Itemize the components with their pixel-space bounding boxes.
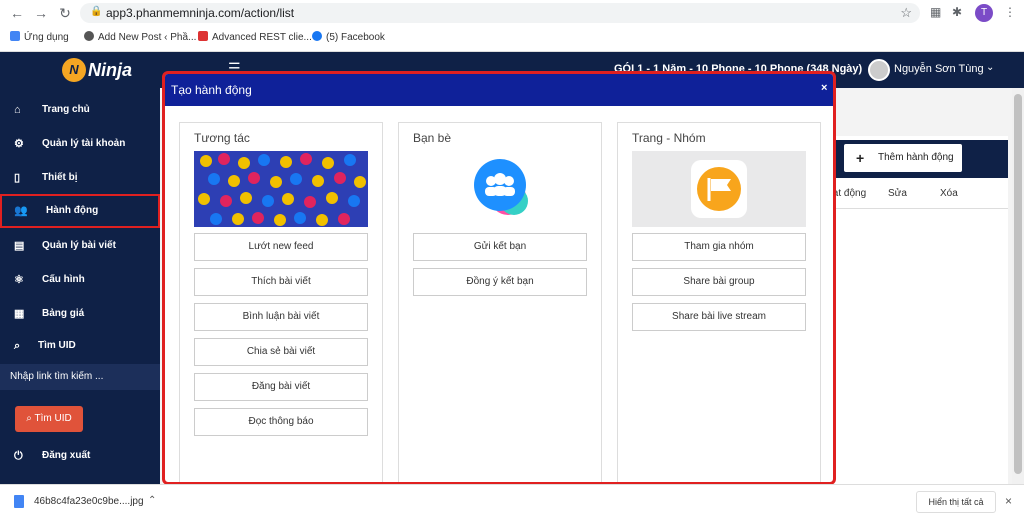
close-icon[interactable]: ×	[821, 82, 827, 94]
url-text: app3.phanmemninja.com/action/list	[106, 6, 295, 20]
action-read-notifications[interactable]: Đọc thông báo	[194, 408, 368, 436]
users-icon: 👥	[14, 205, 28, 217]
action-share-post[interactable]: Chia sẻ bài viết	[194, 338, 368, 366]
friends-icon	[474, 159, 528, 215]
image-file-icon	[14, 495, 24, 508]
add-action-button[interactable]: + Thêm hành động	[844, 144, 962, 172]
profile-avatar[interactable]: T	[975, 4, 993, 22]
action-scroll-newsfeed[interactable]: Lướt new feed	[194, 233, 368, 261]
modal-title: Tạo hành động	[171, 83, 252, 97]
panel-interaction: Tương tác Lướt new feed Thích bài viết B…	[179, 122, 383, 482]
user-name[interactable]: Nguyễn Sơn Tùng	[894, 63, 984, 75]
search-icon: ⌕	[14, 340, 21, 352]
browser-menu-icon[interactable]: ⋮	[1004, 5, 1016, 19]
bookmark-apps[interactable]: Ứng dụng	[10, 31, 69, 43]
panel-title: Trang - Nhóm	[632, 131, 706, 145]
back-icon[interactable]: ←	[8, 4, 26, 22]
bookmark-facebook[interactable]: (5) Facebook	[312, 31, 385, 43]
apps-icon	[10, 31, 20, 41]
qr-icon[interactable]: ▦	[930, 5, 941, 19]
reactions-image	[194, 151, 368, 227]
bookmark-star-icon[interactable]: ☆	[900, 5, 912, 21]
forward-icon[interactable]: →	[32, 4, 50, 22]
wordpress-icon	[84, 31, 94, 41]
download-file-name[interactable]: 46b8c4fa23e0c9be....jpg	[34, 496, 144, 507]
sidebar-item-config[interactable]: ⚛ Cấu hình	[0, 264, 160, 296]
column-header-delete: Xóa	[940, 188, 958, 199]
action-send-friend-request[interactable]: Gửi kết bạn	[413, 233, 587, 261]
action-join-group[interactable]: Tham gia nhóm	[632, 233, 806, 261]
sidebar-item-posts[interactable]: ▤ Quản lý bài viết	[0, 230, 160, 262]
sidebar-item-devices[interactable]: ▯ Thiết bị	[0, 162, 160, 194]
phone-icon: ▯	[14, 172, 21, 184]
reload-icon[interactable]: ↻	[56, 4, 74, 22]
calendar-icon: ▦	[14, 308, 25, 320]
action-share-group-post[interactable]: Share bài group	[632, 268, 806, 296]
plus-icon: +	[856, 150, 865, 166]
sidebar-item-logout[interactable]: ⏻ Đăng xuất	[0, 440, 160, 472]
chevron-down-icon[interactable]: ⌄	[986, 62, 994, 73]
sidebar-item-find-uid[interactable]: ⌕ Tìm UID	[0, 330, 160, 362]
panel-title: Bạn bè	[413, 131, 452, 145]
facebook-icon	[312, 31, 322, 41]
panel-pages-groups: Trang - Nhóm Tham gia nhóm Share bài gro…	[617, 122, 821, 482]
page-scrollbar[interactable]	[1012, 88, 1024, 484]
action-publish-post[interactable]: Đăng bài viết	[194, 373, 368, 401]
atom-icon: ⚛	[14, 274, 24, 286]
ninja-logo[interactable]: N Ninja	[0, 52, 160, 88]
sidebar-item-accounts[interactable]: ⚙ Quản lý tài khoản	[0, 128, 160, 160]
rest-client-icon	[198, 31, 208, 41]
extensions-icon[interactable]: ✱	[952, 5, 962, 19]
flag-icon	[632, 151, 806, 227]
user-avatar[interactable]	[868, 59, 890, 81]
gear-icon: ⚙	[14, 138, 24, 150]
power-icon: ⏻	[14, 450, 23, 462]
create-action-modal: Tạo hành động × Tương tác Lướt new feed …	[162, 71, 836, 485]
home-icon: ⌂	[14, 104, 21, 116]
panel-title: Tương tác	[194, 131, 250, 145]
ninja-logo-text: Ninja	[88, 60, 133, 80]
sidebar-item-home[interactable]: ⌂ Trang chủ	[0, 94, 160, 126]
download-bar: 46b8c4fa23e0c9be....jpg ⌃ Hiển thị tất c…	[0, 484, 1024, 519]
search-link-input[interactable]: Nhập link tìm kiếm ...	[0, 364, 160, 390]
action-comment-post[interactable]: Bình luận bài viết	[194, 303, 368, 331]
action-share-livestream[interactable]: Share bài live stream	[632, 303, 806, 331]
divider	[832, 208, 1008, 209]
close-icon[interactable]: ×	[1005, 494, 1012, 508]
sidebar-item-pricing[interactable]: ▦ Bảng giá	[0, 298, 160, 330]
chevron-up-icon[interactable]: ⌃	[148, 495, 156, 506]
panel-friends: Bạn bè Gửi kết bạn Đồng ý kết bạn	[398, 122, 602, 482]
modal-header: Tạo hành động ×	[165, 74, 833, 106]
scrollbar-thumb[interactable]	[1014, 94, 1022, 474]
action-like-post[interactable]: Thích bài viết	[194, 268, 368, 296]
book-icon: ▤	[14, 240, 25, 252]
address-bar[interactable]: 🔒 app3.phanmemninja.com/action/list ☆	[80, 3, 920, 23]
sidebar-item-actions[interactable]: 👥 Hành động	[0, 194, 160, 228]
show-all-downloads-button[interactable]: Hiển thị tất cả	[916, 491, 996, 513]
action-accept-friend-request[interactable]: Đồng ý kết bạn	[413, 268, 587, 296]
lock-icon: 🔒	[90, 6, 103, 17]
column-header-edit: Sửa	[888, 188, 907, 199]
bookmark-add-new-post[interactable]: Add New Post ‹ Phầ...	[84, 31, 196, 43]
sidebar: N Ninja ⌂ Trang chủ ⚙ Quản lý tài khoản ▯ T…	[0, 52, 160, 484]
find-uid-button[interactable]: ⌕ Tìm UID	[15, 406, 83, 432]
browser-chrome: ← → ↻ 🔒 app3.phanmemninja.com/action/lis…	[0, 0, 1024, 52]
bookmark-rest-client[interactable]: Advanced REST clie...	[198, 31, 312, 43]
ninja-logo-mark: N	[62, 58, 86, 82]
